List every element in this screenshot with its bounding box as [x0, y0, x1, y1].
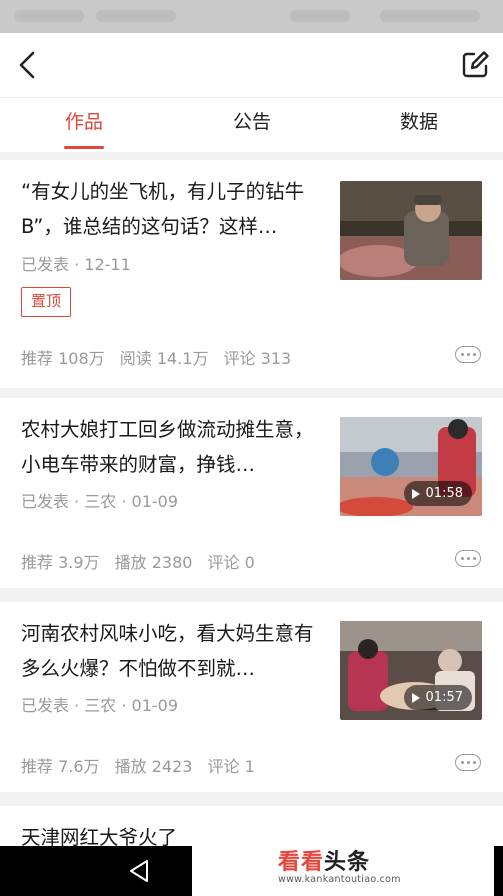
more-dots-icon: [460, 557, 464, 560]
video-duration: 01:58: [403, 481, 472, 506]
article-thumbnail: [340, 181, 482, 280]
tab-label: 数据: [399, 111, 438, 133]
article-stats: 推荐 108万 阅读 14.1万 评论 313: [21, 345, 301, 369]
video-thumbnail[interactable]: 01:57: [340, 621, 482, 720]
article-stats: 推荐 3.9万 播放 2380 评论 0: [21, 549, 265, 573]
more-options-button[interactable]: [455, 346, 481, 363]
stat-recommend: 推荐 3.9万: [21, 553, 100, 572]
tab-works[interactable]: 作品: [24, 98, 144, 153]
triangle-back-icon[interactable]: [128, 859, 150, 883]
watermark-url: www.kankantoutiao.com: [278, 874, 401, 885]
tab-label: 公告: [232, 111, 271, 133]
stat-comments: 评论 313: [223, 349, 292, 368]
top-bar: [0, 33, 503, 97]
duration-label: 01:58: [425, 486, 463, 501]
back-button[interactable]: [8, 45, 48, 85]
more-dots-icon: [460, 353, 464, 356]
article-card[interactable]: 河南农村风味小吃，看大妈生意有多么火爆？不怕做不到就… 已发表 · 三农 · 0…: [0, 602, 503, 792]
pinned-badge: 置顶: [21, 287, 71, 317]
article-meta: 已发表 · 12-11: [21, 255, 131, 274]
tab-label: 作品: [64, 111, 103, 133]
video-duration: 01:57: [403, 685, 472, 710]
more-options-button[interactable]: [455, 754, 481, 771]
article-title: 河南农村风味小吃，看大妈生意有多么火爆？不怕做不到就…: [21, 622, 314, 680]
stat-comments: 评论 1: [207, 757, 255, 776]
stat-comments: 评论 0: [207, 553, 255, 572]
stat-plays: 播放 2423: [114, 757, 193, 776]
chevron-left-icon: [19, 51, 35, 79]
article-card[interactable]: “有女儿的坐飞机，有儿子的钻牛B”，谁总结的这句话？这样… 已发表 · 12-1…: [0, 160, 503, 388]
edit-icon: [462, 51, 489, 78]
play-icon: [411, 692, 420, 703]
article-stats: 推荐 7.6万 播放 2423 评论 1: [21, 753, 265, 777]
article-title: “有女儿的坐飞机，有儿子的钻牛B”，谁总结的这句话？这样…: [21, 180, 305, 238]
status-blur: [14, 10, 84, 22]
play-icon: [411, 488, 420, 499]
tab-bar: 作品 公告 数据: [0, 97, 503, 152]
tab-announcements[interactable]: 公告: [192, 98, 312, 153]
more-options-button[interactable]: [455, 550, 481, 567]
stat-plays: 播放 2380: [114, 553, 193, 572]
status-blur: [290, 10, 350, 22]
tab-active-indicator: [64, 146, 104, 149]
status-bar: [0, 0, 503, 33]
video-thumbnail[interactable]: 01:58: [340, 417, 482, 516]
watermark-logo: 看看头条: [278, 850, 371, 875]
status-blur: [96, 10, 176, 22]
more-dots-icon: [460, 761, 464, 764]
status-blur: [380, 10, 480, 22]
article-meta: 已发表 · 三农 · 01-09: [21, 492, 179, 511]
article-title: 农村大娘打工回乡做流动摊生意，小电车带来的财富，挣钱…: [21, 418, 314, 476]
watermark: 看看头条 www.kankantoutiao.com: [192, 840, 494, 896]
tab-data[interactable]: 数据: [359, 98, 479, 153]
stat-reads: 阅读 14.1万: [119, 349, 209, 368]
stat-recommend: 推荐 108万: [21, 349, 105, 368]
article-card[interactable]: 农村大娘打工回乡做流动摊生意，小电车带来的财富，挣钱… 已发表 · 三农 · 0…: [0, 398, 503, 588]
article-meta: 已发表 · 三农 · 01-09: [21, 696, 179, 715]
edit-button[interactable]: [455, 45, 495, 85]
stat-recommend: 推荐 7.6万: [21, 757, 100, 776]
duration-label: 01:57: [425, 690, 463, 705]
